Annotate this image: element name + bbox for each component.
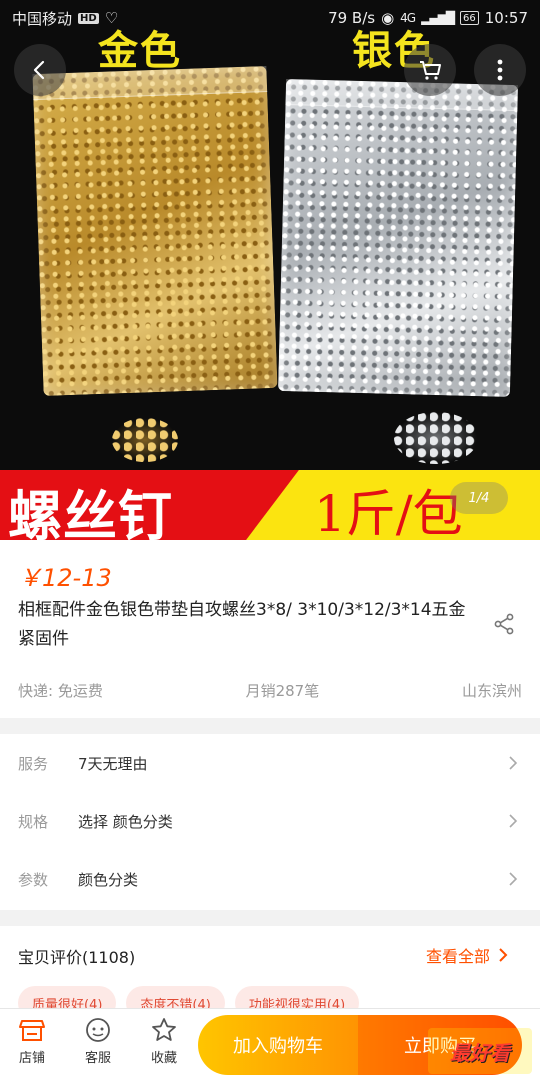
cart-button[interactable] <box>404 44 456 96</box>
share-button[interactable] <box>488 608 520 640</box>
spec-value: 选择 颜色分类 <box>78 812 173 831</box>
cart-icon <box>420 61 441 80</box>
battery-icon: 66 <box>460 11 479 25</box>
params-label: 参数 <box>18 870 49 889</box>
chevron-right-icon <box>508 753 524 773</box>
reviews-card: 宝贝评价(1108) 查看全部 质量很好(4) 态度不错(4) 功能视很实用(4… <box>0 926 540 1020</box>
product-price: ￥12-13 <box>18 564 112 592</box>
product-image-gallery[interactable]: 中国移动 HD ♡ 79 B/s ◉ 4G ▂▄▆█ 66 10:57 金色 银… <box>0 0 540 540</box>
service-label: 服务 <box>18 754 49 773</box>
network-type: 4G <box>400 11 416 25</box>
view-all-reviews-link[interactable]: 查看全部 <box>426 943 508 967</box>
product-meta-row: 快递: 免运费 月销287笔 山东滨州 <box>18 680 522 701</box>
chevron-right-icon <box>499 948 508 962</box>
spec-row[interactable]: 规格 选择 颜色分类 <box>0 792 540 850</box>
params-row[interactable]: 参数 颜色分类 <box>0 850 540 908</box>
reviews-title: 宝贝评价(1108) <box>18 948 136 967</box>
view-all-label: 查看全部 <box>426 947 491 966</box>
service-value: 7天无理由 <box>78 754 148 773</box>
star-icon <box>152 1018 176 1041</box>
share-icon <box>494 613 514 635</box>
carrier-label: 中国移动 <box>12 9 73 28</box>
chevron-left-icon <box>33 60 45 80</box>
product-title: 相框配件金色银色带垫自攻螺丝3*8/ 3*10/3*12/3*14五金紧固件 <box>18 600 466 649</box>
add-to-cart-button[interactable]: 加入购物车 <box>198 1015 358 1075</box>
gold-screw-bag-image <box>32 66 278 396</box>
chevron-right-icon <box>508 811 524 831</box>
shop-tab[interactable]: 店铺 <box>10 1017 54 1066</box>
status-bar: 中国移动 HD ♡ 79 B/s ◉ 4G ▂▄▆█ 66 10:57 <box>0 0 540 36</box>
silver-screw-bag-image <box>277 79 519 397</box>
banner-subtitle: 1斤/包 <box>314 485 463 540</box>
shipping-info: 快递: 免运费 <box>18 682 103 700</box>
product-detail-page: 中国移动 HD ♡ 79 B/s ◉ 4G ▂▄▆█ 66 10:57 金色 银… <box>0 0 540 1080</box>
heart-icon: ♡ <box>104 9 119 27</box>
eye-icon: ◉ <box>381 9 395 27</box>
chevron-right-icon <box>508 869 524 889</box>
product-info-card: ￥12-13 相框配件金色银色带垫自攻螺丝3*8/ 3*10/3*12/3*14… <box>0 540 540 718</box>
silver-screws-sample <box>394 412 478 464</box>
gold-screws-sample <box>112 418 178 462</box>
shop-icon <box>19 1020 45 1041</box>
clock: 10:57 <box>484 9 528 27</box>
banner-title: 螺丝钉 <box>8 484 173 540</box>
params-value: 颜色分类 <box>78 870 139 889</box>
status-left: 中国移动 HD ♡ <box>12 8 118 29</box>
image-page-indicator: 1/4 <box>450 482 508 514</box>
hd-badge: HD <box>78 12 99 24</box>
back-button[interactable] <box>14 44 66 96</box>
ship-from-location: 山东滨州 <box>461 682 522 700</box>
service-row[interactable]: 服务 7天无理由 <box>0 734 540 792</box>
battery-level: 66 <box>463 12 476 24</box>
more-vertical-icon <box>497 59 503 81</box>
status-right: 79 B/s ◉ 4G ▂▄▆█ 66 10:57 <box>328 9 528 27</box>
favorite-tab[interactable]: 收藏 <box>142 1017 186 1066</box>
favorite-label: 收藏 <box>150 1051 177 1066</box>
watermark-logo: 最好看 <box>428 1028 532 1074</box>
chat-face-icon <box>86 1018 110 1042</box>
customer-service-label: 客服 <box>84 1051 111 1066</box>
more-options-button[interactable] <box>474 44 526 96</box>
spec-label: 规格 <box>18 812 49 831</box>
options-card: 服务 7天无理由 规格 选择 颜色分类 参数 颜色分类 <box>0 734 540 910</box>
network-speed: 79 B/s <box>328 9 376 27</box>
signal-icon: ▂▄▆█ <box>421 11 455 25</box>
shop-tab-label: 店铺 <box>18 1051 45 1066</box>
customer-service-tab[interactable]: 客服 <box>76 1017 120 1066</box>
monthly-sales: 月销287笔 <box>245 682 320 700</box>
